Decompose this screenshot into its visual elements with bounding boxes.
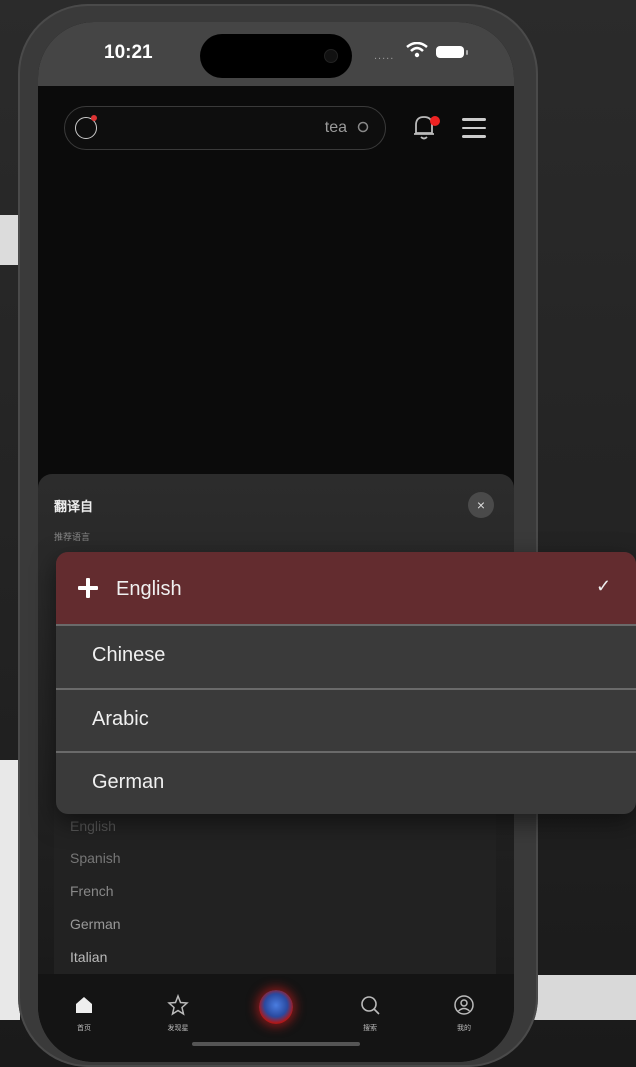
search-input[interactable]: tea [325, 119, 347, 137]
close-button[interactable]: × [468, 492, 494, 518]
language-list: English Spanish French German Italian [54, 804, 496, 974]
search-bar[interactable]: tea [64, 106, 386, 150]
search-icon[interactable] [357, 121, 371, 135]
home-icon [76, 997, 92, 1013]
battery-tip [466, 50, 468, 55]
option-label: English [116, 578, 182, 600]
nav-label: 发现星 [167, 1025, 189, 1032]
option-label: German [92, 771, 165, 793]
nav-label: 搜索 [363, 1025, 377, 1032]
option-label: Chinese [92, 644, 166, 666]
nav-discover[interactable]: 发现星 [158, 993, 198, 1033]
nav-home[interactable]: 首页 [64, 994, 104, 1033]
nav-label: 我的 [457, 1025, 471, 1032]
option-chinese[interactable]: Chinese [56, 626, 636, 688]
option-label: Arabic [92, 708, 149, 730]
wifi-icon [406, 42, 428, 58]
bell-badge [430, 116, 440, 126]
star-icon [167, 993, 189, 1016]
camera-icon [324, 49, 338, 63]
status-bar: 10:21 ..... [38, 22, 514, 86]
nav-label: 首页 [77, 1025, 91, 1032]
profile-icon [454, 995, 474, 1015]
list-item[interactable]: French [70, 883, 114, 899]
option-english-selected[interactable]: English ✓ [56, 552, 636, 624]
notification-dot [91, 115, 97, 121]
sheet-title: 翻译自 [54, 499, 94, 514]
menu-icon[interactable] [462, 118, 486, 144]
check-icon: ✓ [596, 576, 612, 596]
search-icon [361, 996, 380, 1015]
dynamic-island [200, 34, 352, 78]
option-arabic[interactable]: Arabic [56, 690, 636, 752]
list-item[interactable]: English [70, 818, 116, 834]
list-item[interactable]: Italian [70, 949, 107, 965]
background-panel [526, 975, 636, 1020]
phone-screen: 10:21 ..... tea 翻译自 推荐语言 × English Spani… [38, 22, 514, 1062]
home-indicator [192, 1042, 360, 1046]
globe-center-icon[interactable] [259, 990, 293, 1024]
nav-search[interactable]: 搜索 [350, 994, 390, 1033]
nav-profile[interactable]: 我的 [444, 994, 484, 1033]
signal-dots: ..... [374, 50, 395, 62]
status-time: 10:21 [104, 42, 153, 63]
phone-frame: 10:21 ..... tea 翻译自 推荐语言 × English Spani… [18, 4, 538, 1067]
language-dropdown: English ✓ Chinese Arabic German [56, 552, 636, 814]
plus-icon [78, 578, 98, 598]
background-panel [0, 215, 18, 265]
battery-icon [436, 46, 464, 58]
list-item[interactable]: German [70, 916, 121, 932]
background-panel [0, 760, 20, 1020]
bottom-nav: 首页 发现星 搜索 我的 [38, 974, 514, 1062]
sheet-subtitle: 推荐语言 [54, 532, 91, 542]
option-german[interactable]: German [56, 753, 636, 814]
list-item[interactable]: Spanish [70, 850, 121, 866]
